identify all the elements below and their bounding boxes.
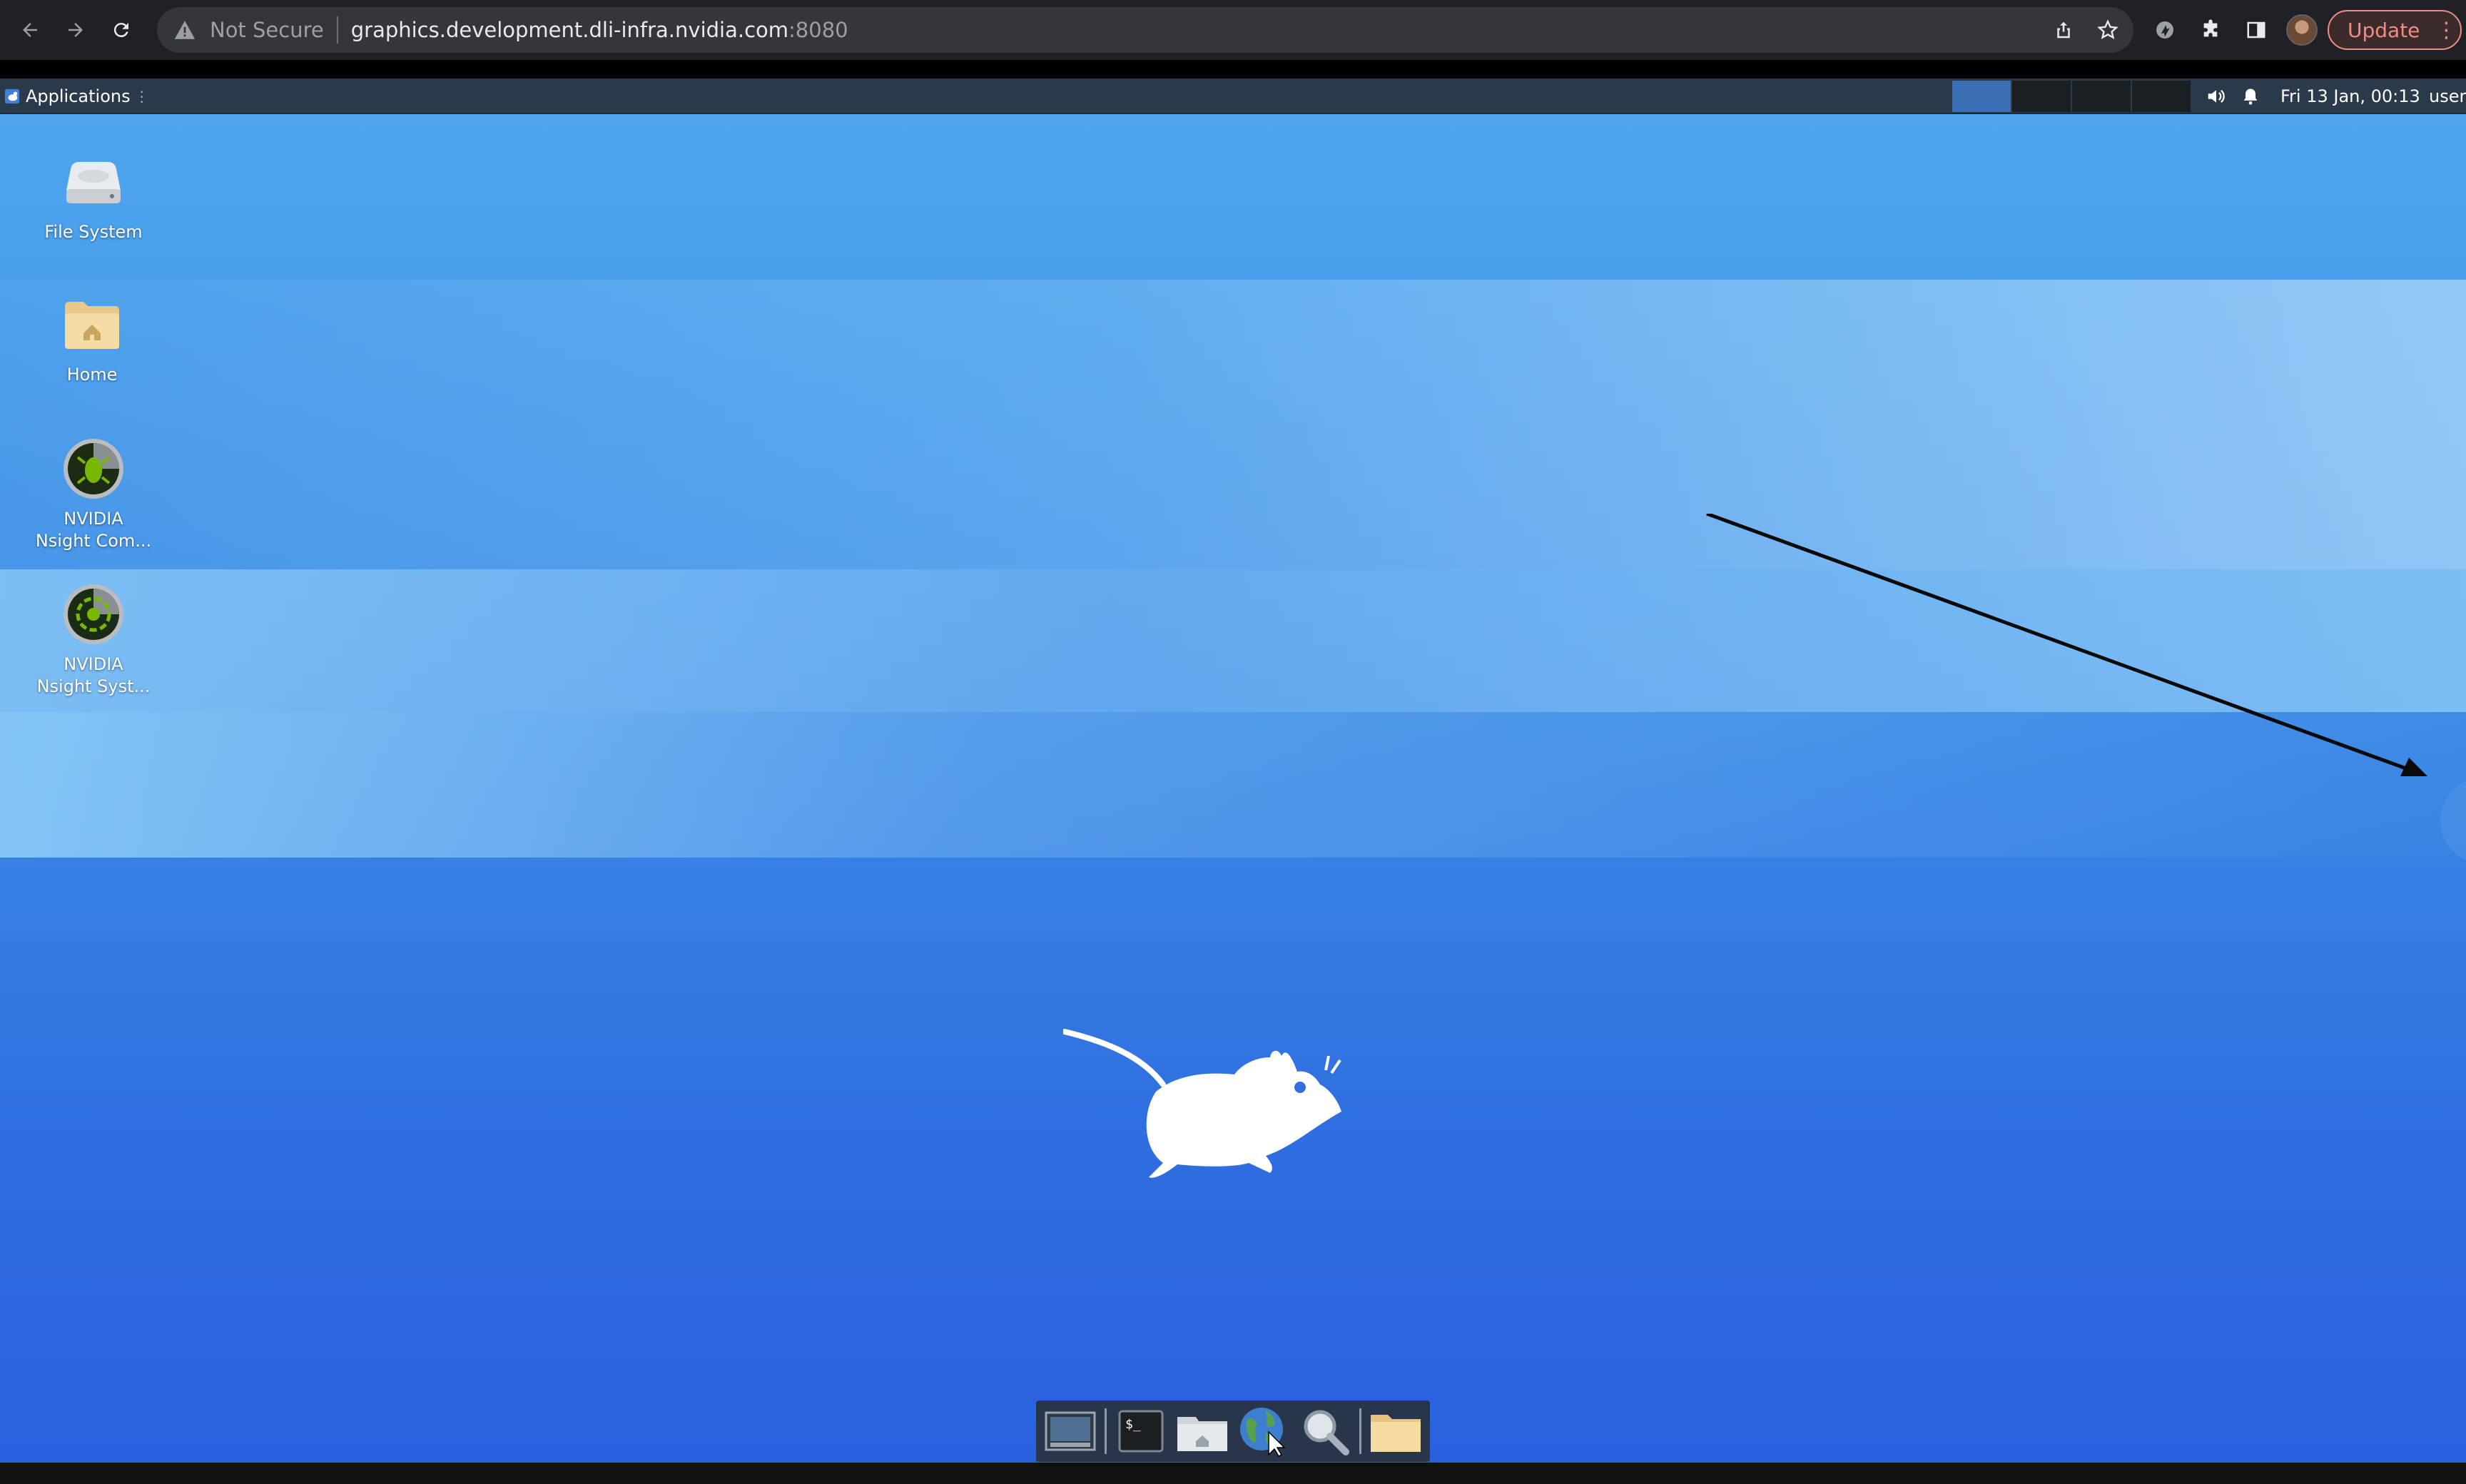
desktop[interactable]: File System Home NVIDIA Nsight Com... NV…	[0, 114, 2466, 1463]
desktop-icon-label-line1: NVIDIA	[64, 509, 123, 529]
panel-grip-icon: ⋮	[134, 88, 149, 105]
back-icon[interactable]	[14, 14, 46, 46]
reload-icon[interactable]	[106, 14, 137, 46]
annotation-arrow	[1706, 514, 2427, 776]
notification-bell-icon[interactable]	[2241, 86, 2260, 107]
remote-viewer-border	[0, 60, 2466, 78]
web-browser-icon[interactable]	[1237, 1403, 1291, 1459]
desktop-icon-label-line2: Nsight Com...	[35, 531, 152, 551]
applications-label: Applications	[26, 86, 131, 106]
volume-icon[interactable]	[2205, 86, 2228, 107]
xfce-menu-icon	[4, 88, 20, 104]
user-menu[interactable]: user	[2429, 78, 2466, 114]
desktop-icon-file-system[interactable]: File System	[11, 150, 176, 243]
workspace-2[interactable]	[2012, 81, 2071, 112]
desktop-icon-label-line2: Nsight Syst...	[36, 676, 151, 696]
url-text[interactable]: graphics.development.dli-infra.nvidia.co…	[351, 18, 848, 42]
dock: $_	[1036, 1401, 1430, 1462]
forward-icon[interactable]	[60, 14, 91, 46]
home-folder-icon	[60, 293, 124, 357]
workspace-1[interactable]	[1952, 81, 2011, 112]
dock-separator	[1359, 1408, 1361, 1454]
url-port: :8080	[788, 18, 848, 42]
xfce-mouse-logo	[1063, 1029, 1341, 1178]
viewer-bottom-border	[0, 1463, 2466, 1484]
omnibox-divider	[336, 16, 338, 44]
desktop-icon-nsight-compute[interactable]: NVIDIA Nsight Com...	[11, 437, 176, 552]
side-panel-icon[interactable]	[2241, 14, 2272, 46]
workspace-3[interactable]	[2072, 81, 2131, 112]
warning-triangle-icon	[174, 21, 196, 39]
update-label: Update	[2348, 18, 2420, 42]
nsight-compute-icon	[61, 437, 126, 501]
file-manager-icon[interactable]	[1175, 1403, 1229, 1459]
desktop-icon-label: Home	[66, 365, 118, 385]
share-icon[interactable]	[2048, 14, 2079, 46]
folder-icon[interactable]	[1369, 1403, 1423, 1459]
nsight-systems-icon	[61, 582, 126, 646]
desktop-icon-label-line1: NVIDIA	[64, 654, 123, 674]
terminal-icon[interactable]: $_	[1114, 1403, 1168, 1459]
desktop-icon-label: File System	[44, 222, 143, 242]
security-label[interactable]: Not Secure	[210, 18, 324, 42]
show-desktop-icon[interactable]	[1043, 1403, 1097, 1459]
desktop-icon-nsight-systems[interactable]: NVIDIA Nsight Syst...	[11, 582, 176, 698]
url-host: graphics.development.dli-infra.nvidia.co…	[350, 18, 789, 42]
update-button[interactable]: Update ⋮	[2328, 10, 2462, 50]
bookmark-star-icon[interactable]	[2092, 14, 2124, 46]
app-finder-icon[interactable]	[1298, 1403, 1352, 1459]
address-bar[interactable]: Not Secure graphics.development.dli-infr…	[157, 7, 2133, 53]
workspace-4[interactable]	[2132, 81, 2191, 112]
top-panel: Applications ⋮ Fri 13 Jan, 00:13 user	[0, 78, 2466, 114]
applications-menu[interactable]: Applications ⋮	[4, 78, 149, 114]
drive-icon	[61, 150, 126, 214]
desktop-icon-label: NVIDIA Nsight Com...	[36, 508, 151, 552]
dock-separator	[1105, 1408, 1107, 1454]
extension-icon[interactable]	[2149, 14, 2181, 46]
more-menu-icon[interactable]: ⋮	[2435, 18, 2457, 43]
svg-text:$_: $_	[1125, 1417, 1141, 1432]
desktop-icon-label: NVIDIA Nsight Syst...	[37, 654, 151, 698]
puzzle-icon[interactable]	[2195, 14, 2226, 46]
desktop-icon-home[interactable]: Home	[10, 293, 174, 386]
browser-toolbar: Not Secure graphics.development.dli-infr…	[0, 0, 2466, 60]
profile-avatar[interactable]	[2286, 14, 2318, 46]
clock[interactable]: Fri 13 Jan, 00:13	[2280, 78, 2420, 114]
